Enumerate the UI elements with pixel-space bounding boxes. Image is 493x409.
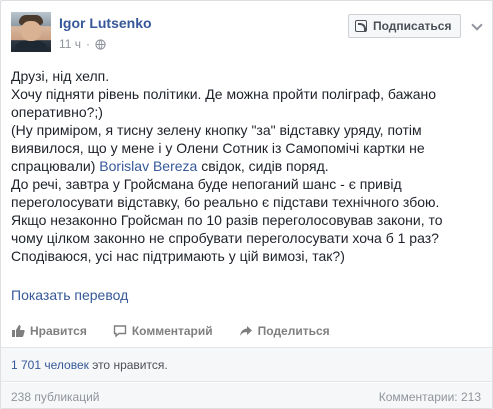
comment-label: Комментарий xyxy=(131,324,213,338)
avatar-shirt xyxy=(15,41,47,52)
post-line: спрацювали) Borislav Bereza свідок, сиді… xyxy=(11,157,481,175)
thumbs-up-icon xyxy=(12,325,25,337)
comment-button[interactable]: Комментарий xyxy=(113,324,213,338)
post-line: чому цілком законно не спробувати перего… xyxy=(11,230,439,246)
post-line: До речі, завтра у Гройсмана буде непоган… xyxy=(11,176,402,192)
post-line: Хочу підняти рівень політики. Де можна п… xyxy=(11,86,437,102)
likes-suffix: это нравится. xyxy=(88,358,168,372)
action-bar: Нравится Комментарий Поделиться xyxy=(11,321,356,341)
post-line-text: спрацювали) xyxy=(11,158,100,174)
rss-icon xyxy=(355,20,367,32)
share-icon xyxy=(239,326,252,336)
post-line: виявилося, що у мене і у Олени Сотник із… xyxy=(11,140,425,156)
author-name-link[interactable]: Igor Lutsenko xyxy=(59,15,152,31)
subscribe-label: Подписаться xyxy=(373,19,452,33)
share-label: Поделиться xyxy=(257,324,330,338)
post-line: Друзі, нід хелп. xyxy=(11,68,110,84)
globe-icon[interactable] xyxy=(95,38,106,50)
post-card: Igor Lutsenko 11 ч · Подписаться Друзі, … xyxy=(0,0,493,409)
post-line-text: свідок, сидів поряд. xyxy=(197,158,329,174)
post-line: Сподіваюся, усі нас підтримають у цій ви… xyxy=(11,248,345,264)
share-button[interactable]: Поделиться xyxy=(239,324,330,338)
likes-count-link[interactable]: 1 701 человек xyxy=(11,358,89,372)
post-line: переголосувати відставку, бо реально є п… xyxy=(11,194,440,210)
like-label: Нравится xyxy=(30,324,87,338)
likes-summary: 1 701 человек это нравится. xyxy=(1,348,492,382)
post-footer: 238 публикаций Комментарии: 213 xyxy=(1,383,492,408)
subscribe-button[interactable]: Подписаться xyxy=(348,14,461,38)
translate-link[interactable]: Показать перевод xyxy=(11,287,128,303)
post-line: оперативно?;) xyxy=(11,104,103,120)
avatar-face xyxy=(21,21,41,41)
post-meta: 11 ч · xyxy=(59,37,106,51)
shares-count-link[interactable]: 238 публикаций xyxy=(11,390,100,404)
post-text: Друзі, нід хелп. Хочу підняти рівень пол… xyxy=(11,67,481,265)
author-avatar[interactable] xyxy=(11,12,51,52)
mention-link[interactable]: Borislav Bereza xyxy=(99,158,197,174)
post-line: (Ну приміром, я тисну зелену кнопку "за"… xyxy=(11,122,422,138)
comment-icon xyxy=(113,325,127,338)
comments-count-link[interactable]: Комментарии: 213 xyxy=(379,390,481,404)
like-button[interactable]: Нравится xyxy=(11,324,87,338)
post-timestamp[interactable]: 11 ч xyxy=(59,37,81,51)
post-line: Якщо незаконно Гройсман по 10 разів пере… xyxy=(11,212,443,228)
meta-separator: · xyxy=(86,37,91,51)
chevron-down-icon[interactable] xyxy=(471,19,483,31)
